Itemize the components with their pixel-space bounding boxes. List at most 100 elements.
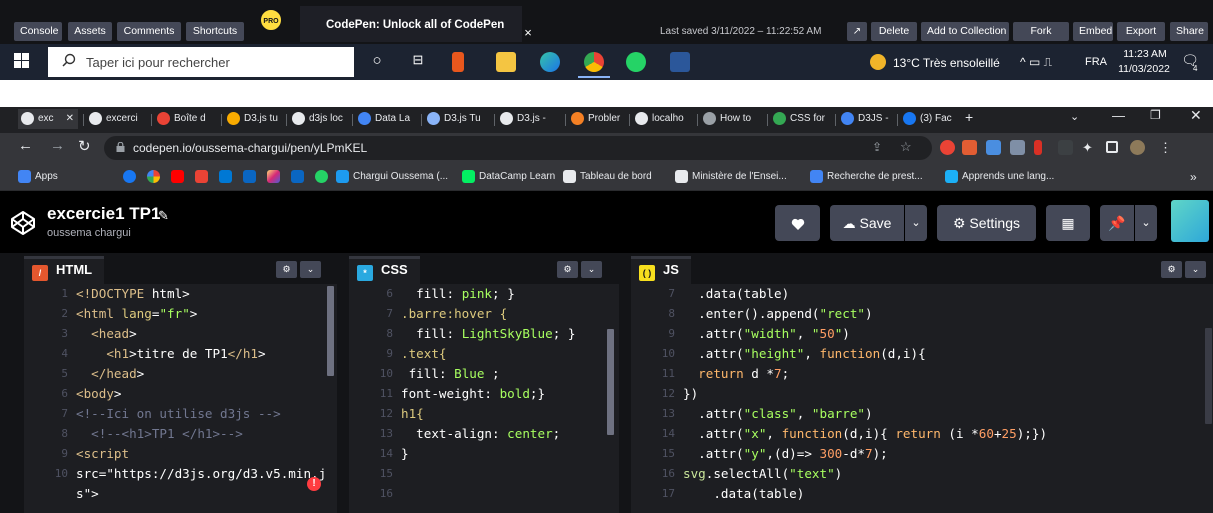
- extension-icon[interactable]: [986, 140, 1001, 155]
- language-indicator[interactable]: FRA: [1085, 56, 1107, 68]
- browser-tab[interactable]: D3.js -: [497, 109, 561, 129]
- save-options-chevron-icon[interactable]: ⌄: [905, 205, 927, 241]
- footer-button-1[interactable]: Assets: [68, 22, 112, 41]
- office-bookmark-icon[interactable]: [243, 170, 256, 183]
- footer-button-0[interactable]: Console: [14, 22, 62, 41]
- promo-tab[interactable]: CodePen: Unlock all of CodePen: [300, 6, 522, 42]
- browser-tab[interactable]: How to: [700, 109, 764, 129]
- more-menu-icon[interactable]: ⋮: [1158, 140, 1173, 155]
- extensions-puzzle-icon[interactable]: ✦: [1082, 140, 1097, 155]
- error-icon[interactable]: !: [307, 477, 321, 491]
- bookmark-star-icon[interactable]: ☆: [900, 139, 912, 155]
- js-editor-pane[interactable]: ( ) JS ⚙ ⌄ 7 .data(table) 8 .enter().appe…: [631, 256, 1213, 513]
- system-tray-icons[interactable]: ^ ▭ ⎍: [1020, 55, 1052, 70]
- task-view-icon[interactable]: ⊟: [408, 52, 428, 72]
- extension-icon[interactable]: [940, 140, 955, 155]
- bookmark-item[interactable]: Recherche de prest...: [810, 170, 923, 184]
- css-editor-pane[interactable]: * CSS ⚙ ⌄ 6 fill: pink; } 7 .barre:hover {…: [349, 256, 619, 513]
- whatsapp-bookmark-icon[interactable]: [315, 170, 328, 183]
- footer-button-2[interactable]: Comments: [117, 22, 181, 41]
- bookmark-item[interactable]: Chargui Oussema (...: [336, 170, 448, 184]
- pin-icon[interactable]: 📌: [1100, 205, 1134, 241]
- cortana-icon[interactable]: ○: [367, 52, 387, 72]
- edge-icon[interactable]: [540, 52, 560, 72]
- profile-avatar[interactable]: [1130, 140, 1145, 155]
- js-scrollbar[interactable]: [1205, 328, 1212, 424]
- codepen-logo-icon[interactable]: [10, 210, 36, 236]
- share-icon[interactable]: ⇪: [872, 140, 882, 154]
- back-arrow-icon[interactable]: ←: [18, 137, 33, 154]
- youtube-bookmark-icon[interactable]: [171, 170, 184, 183]
- save-button[interactable]: ☁ Save: [830, 205, 904, 241]
- bookmark-item[interactable]: Apps: [18, 170, 58, 184]
- minimize-icon[interactable]: —: [1112, 108, 1125, 123]
- pencil-icon[interactable]: ✎: [158, 208, 169, 224]
- outlook-bookmark-icon[interactable]: [219, 170, 232, 183]
- browser-tab[interactable]: D3.js Tu: [424, 109, 490, 129]
- browser-tab[interactable]: Boîte d: [154, 109, 218, 129]
- footer-action-button-1[interactable]: Add to Collection: [921, 22, 1009, 41]
- browser-tab[interactable]: D3.js tu: [224, 109, 282, 129]
- tab-close-icon[interactable]: ✕: [66, 109, 74, 129]
- footer-action-button-0[interactable]: Delete: [871, 22, 917, 41]
- gear-icon[interactable]: ⚙: [557, 261, 578, 278]
- pen-title[interactable]: excercie1 TP1: [47, 204, 160, 224]
- gmail-bookmark-icon[interactable]: [195, 170, 208, 183]
- external-view-icon[interactable]: ↗: [847, 22, 867, 41]
- bookmark-item[interactable]: Tableau de bord: [563, 170, 652, 184]
- extension-icon[interactable]: [962, 140, 977, 155]
- sun-icon[interactable]: [870, 54, 886, 70]
- browser-tab[interactable]: localho: [632, 109, 694, 129]
- reload-icon[interactable]: ↻: [78, 137, 91, 155]
- tab-css[interactable]: * CSS: [349, 256, 420, 284]
- window-close-icon[interactable]: ✕: [1190, 107, 1202, 124]
- footer-action-button-3[interactable]: Embed: [1073, 22, 1113, 41]
- bookmark-item[interactable]: DataCamp Learn: [462, 170, 555, 184]
- browser-tab[interactable]: excerci: [86, 109, 148, 129]
- tab-search-chevron-icon[interactable]: ⌄: [1070, 110, 1079, 123]
- instagram-bookmark-icon[interactable]: [267, 170, 280, 183]
- gear-icon[interactable]: ⚙: [276, 261, 297, 278]
- bookmark-item[interactable]: Apprends une lang...: [945, 170, 1054, 184]
- close-icon[interactable]: ×: [518, 24, 538, 42]
- new-tab-button[interactable]: +: [965, 109, 973, 125]
- footer-action-button-5[interactable]: Share: [1170, 22, 1208, 41]
- clock-date[interactable]: 11/03/2022: [1114, 63, 1174, 75]
- layout-grid-icon[interactable]: ▦: [1046, 205, 1090, 241]
- js-code[interactable]: 7 .data(table) 8 .enter().append("rect") 9…: [631, 284, 1213, 513]
- word-icon[interactable]: [670, 52, 690, 72]
- footer-button-3[interactable]: Shortcuts: [186, 22, 244, 41]
- pen-author[interactable]: oussema chargui: [47, 227, 131, 239]
- weather-text[interactable]: 13°C Très ensoleillé: [893, 56, 1000, 70]
- office-icon[interactable]: [452, 52, 464, 72]
- bookmarks-more-icon[interactable]: »: [1190, 170, 1197, 184]
- browser-tab[interactable]: Probler: [568, 109, 626, 129]
- clock-time[interactable]: 11:23 AM: [1117, 48, 1173, 60]
- side-panel-icon[interactable]: [1106, 141, 1118, 153]
- browser-tab[interactable]: CSS for: [770, 109, 832, 129]
- css-scrollbar[interactable]: [607, 329, 614, 435]
- restore-icon[interactable]: ❐: [1150, 108, 1161, 122]
- windows-start-icon[interactable]: [14, 53, 30, 69]
- extension-icon[interactable]: [1034, 140, 1042, 155]
- user-avatar[interactable]: [1171, 200, 1209, 242]
- chevron-down-icon[interactable]: ⌄: [581, 261, 602, 278]
- chevron-down-icon[interactable]: ⌄: [1185, 261, 1206, 278]
- pro-badge[interactable]: PRO: [259, 8, 283, 32]
- google-bookmark-icon[interactable]: [147, 170, 160, 183]
- browser-tab[interactable]: D3JS -: [838, 109, 894, 129]
- forward-arrow-icon[interactable]: →: [50, 137, 65, 154]
- css-code[interactable]: 6 fill: pink; } 7 .barre:hover {8 fill: Li…: [349, 284, 619, 513]
- linkedin-bookmark-icon[interactable]: [291, 170, 304, 183]
- html-code[interactable]: 1 <!DOCTYPE html> 2 <html lang="fr"> 3 <head…: [24, 284, 337, 513]
- browser-tab[interactable]: d3js loc: [289, 109, 349, 129]
- facebook-bookmark-icon[interactable]: [123, 170, 136, 183]
- bookmark-item[interactable]: Ministère de l'Ensei...: [675, 170, 787, 184]
- html-editor-pane[interactable]: / HTML ⚙ ⌄ 1 <!DOCTYPE html> 2 <html lang="…: [24, 256, 337, 513]
- heart-button[interactable]: [775, 205, 820, 241]
- footer-action-button-4[interactable]: Export: [1117, 22, 1165, 41]
- html-scrollbar[interactable]: [327, 286, 334, 376]
- pin-options-chevron-icon[interactable]: ⌄: [1135, 205, 1157, 241]
- browser-tab[interactable]: Data La: [355, 109, 417, 129]
- tab-js[interactable]: ( ) JS: [631, 256, 691, 284]
